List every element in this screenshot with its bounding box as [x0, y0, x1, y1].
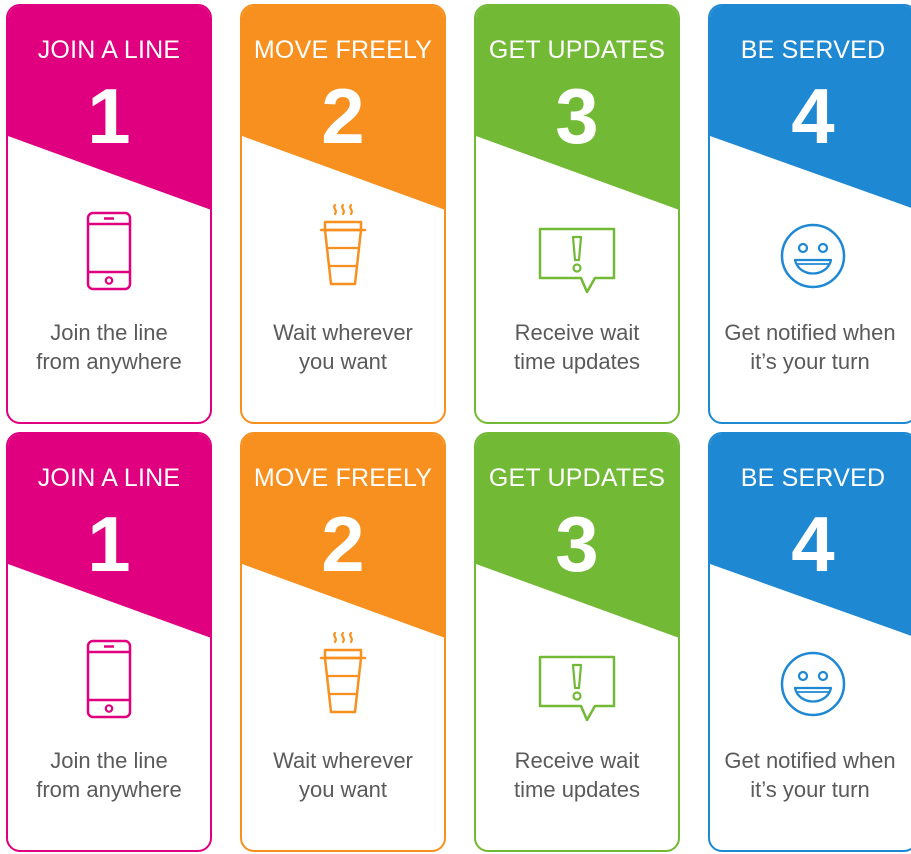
step-card-move: MOVE FREELY 2 Wait wherever you want — [240, 432, 446, 852]
step-description: Wait wherever you want — [242, 746, 444, 804]
description-line: Get notified when — [724, 320, 896, 345]
card-banner: BE SERVED 4 — [710, 6, 911, 221]
step-title: MOVE FREELY — [253, 36, 433, 64]
card-banner: JOIN A LINE 1 — [8, 434, 210, 649]
step-description: Join the line from anywhere — [8, 746, 210, 804]
smiley-icon — [780, 651, 846, 717]
description-line: Receive wait — [514, 748, 640, 773]
step-number: 2 — [321, 500, 365, 588]
coffee-cup-icon — [319, 203, 367, 286]
step-card-join: JOIN A LINE 1 Join the line from anywher… — [6, 4, 212, 424]
step-description: Get notified when it’s your turn — [710, 746, 910, 804]
card-banner: GET UPDATES 3 — [476, 6, 678, 221]
step-number: 1 — [87, 500, 131, 588]
step-description: Receive wait time updates — [476, 746, 678, 804]
step-title: BE SERVED — [740, 36, 886, 64]
step-number: 3 — [555, 72, 599, 160]
card-banner: MOVE FREELY 2 — [242, 6, 444, 221]
step-card-served: BE SERVED 4 Get notified when it’s your … — [708, 4, 911, 424]
alert-message-icon — [538, 227, 616, 294]
step-title: BE SERVED — [740, 464, 886, 492]
alert-message-icon — [538, 655, 616, 722]
step-description: Wait wherever you want — [242, 318, 444, 376]
step-number: 4 — [791, 500, 835, 588]
description-line: Join the line — [50, 748, 168, 773]
description-line: from anywhere — [36, 349, 182, 374]
card-banner: BE SERVED 4 — [710, 434, 911, 649]
description-line: time updates — [514, 777, 640, 802]
step-card-served: BE SERVED 4 Get notified when it’s your … — [708, 432, 911, 852]
description-line: it’s your turn — [750, 349, 870, 374]
description-line: time updates — [514, 349, 640, 374]
step-number: 4 — [791, 72, 835, 160]
step-card-join: JOIN A LINE 1 Join the line from anywher… — [6, 432, 212, 852]
card-banner: GET UPDATES 3 — [476, 434, 678, 649]
step-description: Join the line from anywhere — [8, 318, 210, 376]
smartphone-icon — [86, 639, 132, 719]
card-banner: MOVE FREELY 2 — [242, 434, 444, 649]
step-number: 1 — [87, 72, 131, 160]
description-line: Wait wherever — [273, 748, 413, 773]
step-description: Receive wait time updates — [476, 318, 678, 376]
description-line: from anywhere — [36, 777, 182, 802]
step-number: 2 — [321, 72, 365, 160]
step-title: GET UPDATES — [488, 464, 666, 492]
card-banner: JOIN A LINE 1 — [8, 6, 210, 221]
step-card-updates: GET UPDATES 3 Receive wait time updates — [474, 4, 680, 424]
step-card-updates: GET UPDATES 3 Receive wait time updates — [474, 432, 680, 852]
description-line: Receive wait — [514, 320, 640, 345]
coffee-cup-icon — [319, 631, 367, 714]
step-title: GET UPDATES — [488, 36, 666, 64]
step-description: Get notified when it’s your turn — [710, 318, 910, 376]
step-title: JOIN A LINE — [37, 464, 181, 492]
smartphone-icon — [86, 211, 132, 291]
description-line: it’s your turn — [750, 777, 870, 802]
step-card-move: MOVE FREELY 2 Wait wherever you want — [240, 4, 446, 424]
step-title: MOVE FREELY — [253, 464, 433, 492]
smiley-icon — [780, 223, 846, 289]
step-number: 3 — [555, 500, 599, 588]
description-line: you want — [298, 777, 388, 802]
step-title: JOIN A LINE — [37, 36, 181, 64]
description-line: Get notified when — [724, 748, 896, 773]
description-line: Join the line — [50, 320, 168, 345]
description-line: you want — [298, 349, 388, 374]
description-line: Wait wherever — [273, 320, 413, 345]
